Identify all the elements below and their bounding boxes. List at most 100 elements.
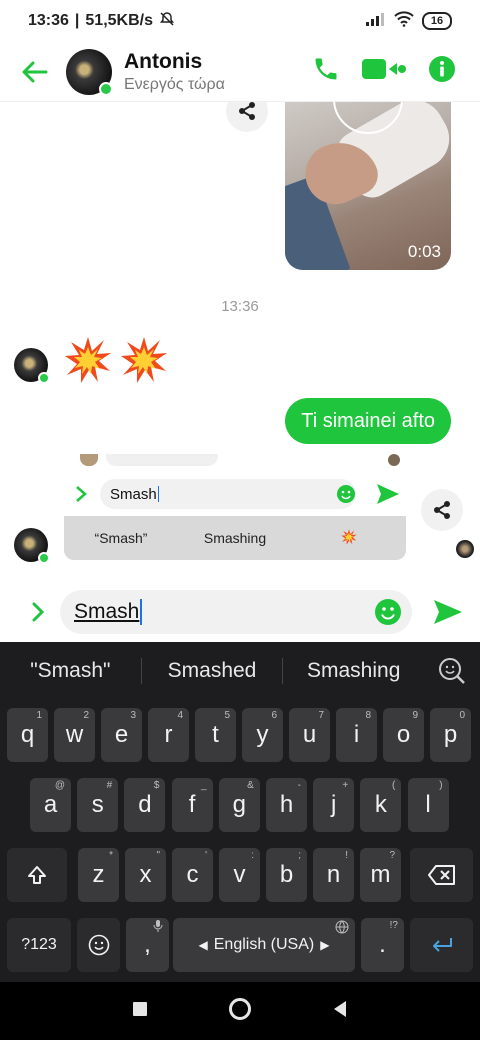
- key-label: c: [186, 861, 199, 888]
- contact-avatar[interactable]: [66, 48, 113, 96]
- send-button[interactable]: [432, 596, 464, 628]
- key-row-2: @ a # s $ d _ f & g - h + j(k) l: [0, 778, 480, 834]
- key-n[interactable]: ! n: [313, 848, 354, 902]
- key-hint: 0: [459, 710, 465, 721]
- key-hint: !: [345, 850, 348, 861]
- key-j[interactable]: + j: [313, 778, 355, 832]
- key-c[interactable]: ' c: [172, 848, 213, 902]
- voice-call-button[interactable]: [312, 55, 340, 88]
- period-key[interactable]: !? .: [361, 918, 404, 972]
- key-hint: @: [54, 780, 65, 791]
- key-hint: ;: [298, 850, 301, 861]
- share-button[interactable]: [226, 102, 268, 132]
- share-button[interactable]: [421, 489, 463, 531]
- key-l[interactable]: ) l: [407, 778, 449, 832]
- key-f[interactable]: _ f: [171, 778, 213, 832]
- key-s[interactable]: # s: [77, 778, 119, 832]
- emoji-key[interactable]: [77, 918, 120, 972]
- sender-avatar[interactable]: [14, 348, 50, 384]
- key-hint: 3: [130, 710, 136, 721]
- sender-avatar[interactable]: [14, 528, 50, 564]
- key-r[interactable]: 4r: [148, 708, 189, 762]
- key-hint: :: [251, 850, 254, 861]
- key-k[interactable]: (k: [360, 778, 402, 832]
- emoji-button[interactable]: [374, 598, 402, 626]
- key-x[interactable]: " x: [125, 848, 166, 902]
- key-label: v: [233, 861, 246, 888]
- key-hint: 8: [365, 710, 371, 721]
- backspace-key[interactable]: [410, 848, 473, 902]
- key-hint: ?: [389, 850, 395, 861]
- key-q[interactable]: 1q: [7, 708, 48, 762]
- key-label: i: [353, 721, 360, 748]
- comma-key[interactable]: ,: [126, 918, 169, 972]
- key-hint: $: [153, 780, 160, 791]
- key-w[interactable]: 2w: [54, 708, 95, 762]
- key-label: l: [425, 791, 431, 818]
- key-m[interactable]: ? m: [360, 848, 401, 902]
- key-a[interactable]: @ a: [30, 778, 71, 832]
- mini-suggestion-bar: “Smash” Smashing: [64, 516, 406, 560]
- smiley-icon: [88, 934, 109, 956]
- system-back-button[interactable]: [332, 1000, 348, 1023]
- key-hint: &: [247, 780, 254, 791]
- home-button[interactable]: [228, 997, 252, 1026]
- keyboard-suggestion[interactable]: Smashed: [142, 659, 283, 683]
- recents-button[interactable]: [132, 1001, 148, 1022]
- globe-icon: [335, 920, 349, 937]
- space-key[interactable]: ◀ English (USA) ▶: [173, 918, 355, 972]
- keyboard-suggestion[interactable]: "Smash": [0, 659, 141, 683]
- enter-key[interactable]: [410, 918, 473, 972]
- key-label: d: [138, 791, 152, 818]
- key-u[interactable]: 7u: [289, 708, 330, 762]
- key-hint: (: [392, 780, 396, 791]
- key-b[interactable]: ; b: [266, 848, 307, 902]
- key-p[interactable]: 0p: [430, 708, 471, 762]
- key-hint: 4: [177, 710, 183, 721]
- mini-suggestion: Smashing: [203, 530, 267, 546]
- keyboard-suggestion[interactable]: Smashing: [283, 659, 424, 683]
- symbols-key[interactable]: ?123: [7, 918, 71, 972]
- message-input[interactable]: Smash: [60, 590, 412, 634]
- collision-emoji: [121, 337, 167, 383]
- contact-info[interactable]: Antonis Ενεργός τώρα: [124, 50, 225, 94]
- key-label: s: [91, 791, 104, 818]
- key-v[interactable]: :v: [219, 848, 260, 902]
- key-y[interactable]: 6y: [242, 708, 283, 762]
- shift-key[interactable]: [7, 848, 67, 902]
- chevron-right-icon: [32, 602, 45, 622]
- key-hint: 5: [224, 710, 230, 721]
- mini-suggestion-emoji: [292, 528, 406, 548]
- header-actions: [312, 55, 456, 88]
- status-left: 13:36 | 51,5KB/s: [28, 11, 175, 32]
- key-e[interactable]: 3e: [101, 708, 142, 762]
- key-z[interactable]: * z: [78, 848, 119, 902]
- mini-composer: Smash: [64, 476, 406, 512]
- key-label: g: [232, 791, 246, 818]
- expand-actions-button[interactable]: [20, 594, 56, 630]
- received-emoji-message[interactable]: [64, 336, 168, 384]
- video-message[interactable]: 0:03: [285, 102, 451, 270]
- mini-input-text: Smash: [110, 485, 157, 503]
- key-hint: 7: [318, 710, 324, 721]
- key-o[interactable]: 9o: [383, 708, 424, 762]
- back-button[interactable]: [14, 52, 54, 92]
- key-d[interactable]: $ d: [124, 778, 166, 832]
- info-button[interactable]: [428, 55, 456, 88]
- key-h[interactable]: -h: [266, 778, 307, 832]
- key-label: b: [279, 861, 294, 888]
- key-g[interactable]: & g: [218, 778, 260, 832]
- video-call-button[interactable]: [362, 57, 406, 86]
- key-hint: ): [439, 780, 443, 791]
- key-label: m: [370, 861, 391, 888]
- key-i[interactable]: 8i: [336, 708, 377, 762]
- keyboard-tools-button[interactable]: [424, 657, 480, 685]
- key-label: j: [331, 791, 337, 818]
- mini-avatar: [388, 454, 400, 466]
- mute-bell-icon: [159, 11, 175, 32]
- sent-message-bubble[interactable]: Ti simainei afto: [285, 398, 451, 444]
- key-t[interactable]: 5t: [195, 708, 236, 762]
- message-list[interactable]: 0:03 13:36 Ti simainei afto Smash “Smash…: [0, 102, 480, 582]
- left-triangle-icon: ◀: [198, 938, 208, 952]
- key-hint: -: [297, 780, 301, 791]
